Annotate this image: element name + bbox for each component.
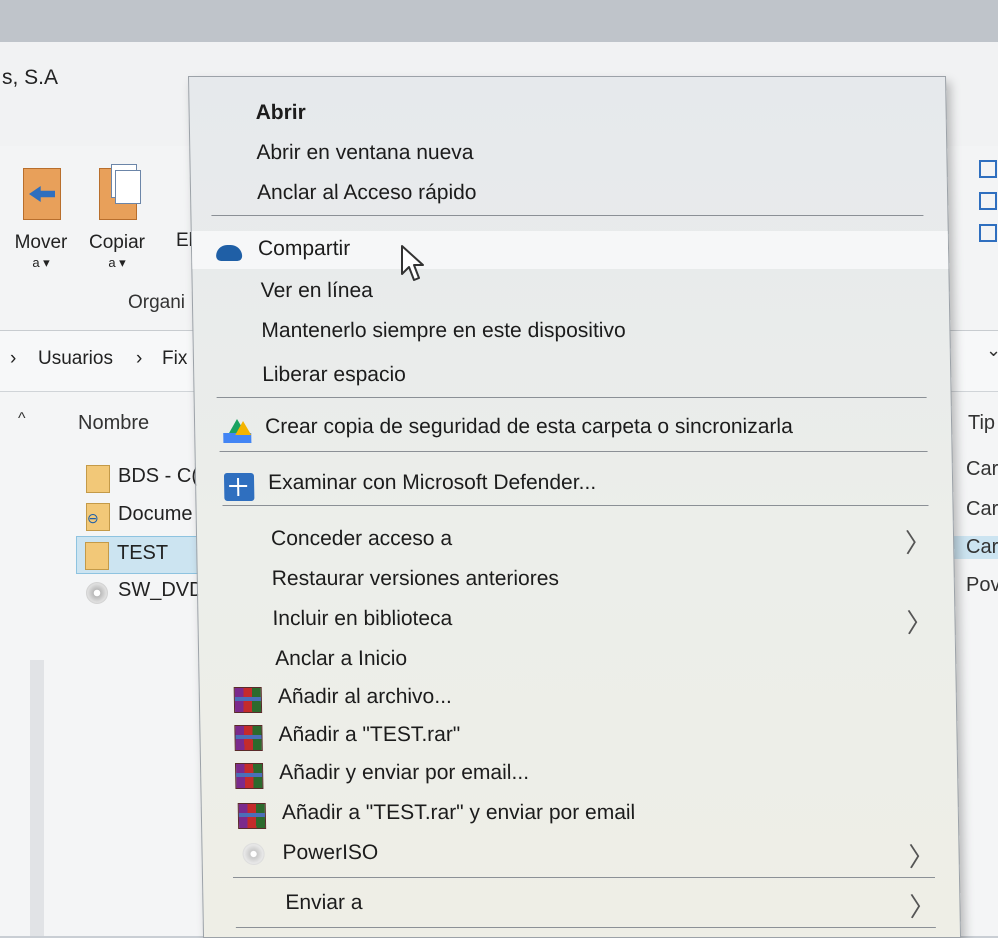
file-type: Car [966, 458, 998, 480]
menu-item-microsoft-defender[interactable]: Examinar con Microsoft Defender... [196, 465, 953, 503]
menu-item-label: PowerISO [282, 841, 379, 864]
file-type: Car [966, 498, 998, 520]
menu-item-label: Mantenerlo siempre en este dispositivo [261, 319, 626, 342]
menu-item-label: Añadir y enviar por email... [278, 761, 530, 784]
menu-item-mantener-dispositivo[interactable]: Mantenerlo siempre en este dispositivo [193, 313, 950, 351]
copy-to-dropdown: a ▾ [108, 255, 126, 270]
mouse-pointer-icon [401, 245, 424, 281]
menu-item-enviar-a[interactable]: Enviar a 〉 [203, 885, 960, 923]
file-type: Pov [966, 574, 998, 596]
onedrive-icon [215, 245, 243, 261]
organize-group-label: Organi [128, 292, 186, 313]
menu-item-label: Crear copia de seguridad de esta carpeta… [264, 415, 793, 438]
copy-to-label: Copiar [89, 232, 145, 253]
medium-icons-icon[interactable] [979, 192, 997, 210]
menu-item-anadir-test-rar-enviar-email[interactable]: Añadir a "TEST.rar" y enviar por email [202, 795, 959, 833]
file-name: TEST [117, 542, 169, 564]
copy-to-icon [95, 164, 141, 220]
submenu-arrow-icon: 〉 [904, 528, 932, 558]
winrar-icon [234, 763, 264, 789]
disc-image-icon [86, 582, 108, 604]
menu-item-liberar-espacio[interactable]: Liberar espacio [194, 357, 951, 395]
menu-separator [219, 451, 928, 452]
window-title: s, S.A [2, 66, 59, 89]
poweriso-disc-icon [242, 843, 265, 865]
menu-item-anclar-acceso-rapido[interactable]: Anclar al Acceso rápido [191, 175, 948, 213]
menu-item-label: Incluir en biblioteca [272, 607, 453, 630]
file-row[interactable]: SW_DVD [78, 574, 208, 610]
menu-item-anadir-enviar-email[interactable]: Añadir y enviar por email... [201, 755, 958, 793]
move-to-label: Mover [14, 232, 68, 253]
menu-item-abrir[interactable]: Abrir [189, 95, 946, 133]
menu-separator [211, 215, 924, 216]
menu-item-label: Anclar al Acceso rápido [256, 181, 477, 204]
file-row[interactable]: Docume [78, 498, 208, 534]
menu-item-anadir-archivo[interactable]: Añadir al archivo... [200, 679, 957, 717]
menu-item-anadir-test-rar[interactable]: Añadir a "TEST.rar" [200, 717, 957, 755]
winrar-icon [233, 687, 263, 713]
menu-item-incluir-biblioteca[interactable]: Incluir en biblioteca 〉 [198, 601, 955, 639]
menu-item-label: Enviar a [285, 891, 363, 914]
file-name: Docume [118, 503, 193, 525]
submenu-arrow-icon: 〉 [909, 892, 936, 922]
menu-separator [222, 505, 929, 506]
menu-item-label: Abrir en ventana nueva [256, 141, 474, 164]
breadcrumb-separator: › [10, 348, 17, 369]
winrar-icon [234, 725, 263, 751]
menu-item-label: Ver en línea [260, 279, 374, 302]
menu-item-anclar-inicio[interactable]: Anclar a Inicio [199, 641, 956, 679]
large-icons-icon[interactable] [979, 160, 997, 178]
menu-item-label: Examinar con Microsoft Defender... [267, 471, 597, 494]
google-drive-icon [222, 419, 252, 443]
menu-item-label: Liberar espacio [262, 363, 407, 386]
breadcrumb-user-folder[interactable]: Fix [162, 348, 187, 370]
folder-icon [86, 465, 110, 493]
top-strip [0, 0, 998, 42]
menu-item-restaurar-versiones[interactable]: Restaurar versiones anteriores [197, 561, 954, 599]
copy-to-button[interactable]: Copiar a ▾ [82, 164, 152, 272]
column-header-type[interactable]: Tip [968, 412, 995, 435]
layout-view-icons[interactable] [975, 150, 998, 256]
move-to-icon [19, 164, 63, 220]
winrar-icon [237, 803, 267, 829]
shortcut-folder-icon [86, 503, 110, 531]
menu-item-ver-en-linea[interactable]: Ver en línea [192, 273, 949, 311]
breadcrumb-usuarios[interactable]: Usuarios [38, 348, 113, 370]
file-name: BDS - C( [118, 465, 198, 487]
menu-item-abrir-ventana-nueva[interactable]: Abrir en ventana nueva [190, 135, 947, 173]
breadcrumb-separator: › [136, 348, 143, 369]
menu-item-label: Compartir [257, 237, 351, 260]
menu-separator [235, 927, 936, 928]
move-to-button[interactable]: Mover a ▾ [8, 164, 74, 272]
address-dropdown-icon[interactable]: ⌄ [986, 340, 998, 361]
menu-item-conceder-acceso[interactable]: Conceder acceso a 〉 [197, 521, 954, 559]
menu-separator [232, 877, 935, 878]
sort-ascending-icon[interactable]: ^ [18, 410, 26, 428]
context-menu: Abrir Abrir en ventana nueva Anclar al A… [188, 76, 962, 938]
menu-item-label: Anclar a Inicio [274, 647, 408, 670]
submenu-arrow-icon: 〉 [908, 842, 935, 872]
menu-item-compartir[interactable]: Compartir [191, 231, 949, 269]
folder-icon [85, 542, 109, 570]
menu-item-label: Abrir [255, 101, 307, 124]
file-row[interactable]: BDS - C( [78, 460, 208, 496]
nav-pane-scrollbar[interactable] [30, 660, 44, 936]
menu-item-poweriso[interactable]: PowerISO 〉 [202, 835, 959, 873]
list-icon[interactable] [979, 224, 997, 242]
menu-item-label: Añadir al archivo... [277, 685, 452, 708]
file-row-selected[interactable]: TEST [76, 536, 210, 574]
menu-item-label: Conceder acceso a [270, 527, 453, 550]
move-to-dropdown: a ▾ [32, 255, 50, 270]
menu-item-label: Añadir a "TEST.rar" [278, 723, 461, 746]
menu-separator [216, 397, 927, 398]
file-name: SW_DVD [118, 579, 204, 601]
submenu-arrow-icon: 〉 [906, 608, 933, 638]
menu-item-google-drive-backup[interactable]: Crear copia de seguridad de esta carpeta… [195, 409, 952, 447]
menu-item-label: Restaurar versiones anteriores [271, 567, 560, 590]
defender-shield-icon [223, 473, 255, 501]
column-header-name[interactable]: Nombre [78, 412, 149, 435]
menu-item-label: Añadir a "TEST.rar" y enviar por email [281, 801, 636, 824]
